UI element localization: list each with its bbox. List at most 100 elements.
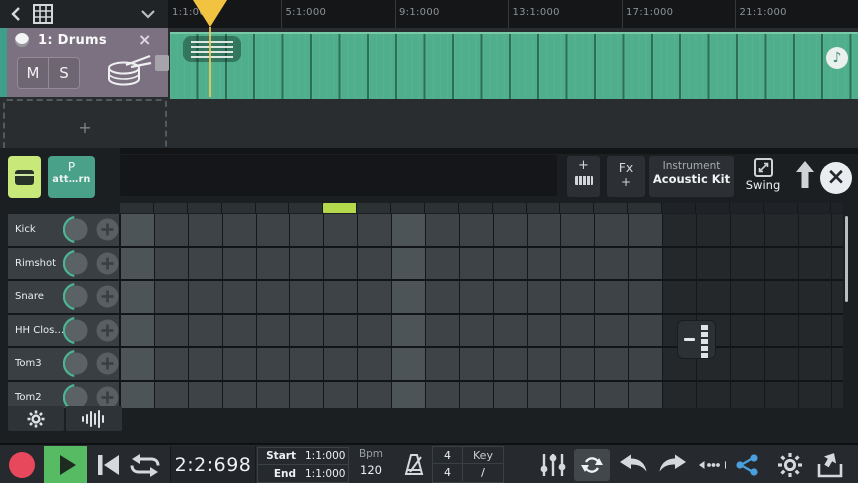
step-cell[interactable] <box>494 281 528 315</box>
step-cell[interactable] <box>629 214 663 248</box>
clip-grip[interactable] <box>183 36 241 62</box>
swing-button[interactable]: Swing <box>740 156 786 199</box>
step-cell[interactable] <box>629 348 663 382</box>
undo-button[interactable] <box>618 454 648 476</box>
volume-knob[interactable] <box>63 317 90 344</box>
row-plus-button[interactable] <box>96 252 119 275</box>
step-cell[interactable] <box>155 214 189 248</box>
step-cell[interactable] <box>765 348 799 382</box>
step-cell[interactable] <box>663 248 697 282</box>
instrument-selector[interactable]: Instrument Acoustic Kit <box>649 156 734 197</box>
step-cell[interactable] <box>257 248 291 282</box>
step-indicator[interactable] <box>527 203 561 213</box>
step-cell[interactable] <box>731 315 765 349</box>
active-step-indicator[interactable] <box>323 203 357 213</box>
play-button[interactable] <box>44 446 87 483</box>
close-editor-button[interactable]: × <box>820 162 852 194</box>
drum-row-header[interactable]: Tom2 <box>8 382 121 409</box>
rewind-button[interactable] <box>95 453 121 477</box>
step-indicator[interactable] <box>120 203 154 213</box>
step-cell[interactable] <box>392 348 426 382</box>
step-cell[interactable] <box>121 214 155 248</box>
back-button[interactable] <box>8 5 26 23</box>
step-cell[interactable] <box>324 281 358 315</box>
step-cell[interactable] <box>561 348 595 382</box>
step-cell[interactable] <box>460 382 494 409</box>
step-cell[interactable] <box>223 382 257 409</box>
step-cell[interactable] <box>460 214 494 248</box>
volume-knob[interactable] <box>63 250 90 277</box>
step-cell[interactable] <box>799 281 833 315</box>
step-cell[interactable] <box>799 248 833 282</box>
step-cell[interactable] <box>528 281 562 315</box>
grid-scrollbar[interactable] <box>845 216 848 302</box>
step-cell[interactable] <box>189 348 223 382</box>
fx-button[interactable]: Fx + <box>607 156 645 197</box>
step-cell[interactable] <box>765 281 799 315</box>
step-cell[interactable] <box>629 248 663 282</box>
step-cell[interactable] <box>765 214 799 248</box>
step-cell[interactable] <box>290 348 324 382</box>
step-indicator[interactable] <box>628 203 662 213</box>
step-cell[interactable] <box>290 248 324 282</box>
step-cell[interactable] <box>799 348 833 382</box>
step-cell[interactable] <box>155 382 189 409</box>
step-cell[interactable] <box>392 281 426 315</box>
step-cell[interactable] <box>561 281 595 315</box>
step-cell[interactable] <box>155 348 189 382</box>
step-cell[interactable] <box>257 214 291 248</box>
step-cell[interactable] <box>426 281 460 315</box>
step-indicator[interactable] <box>493 203 527 213</box>
loop-button[interactable] <box>128 453 162 478</box>
row-plus-button[interactable] <box>96 285 119 308</box>
step-cell[interactable] <box>324 348 358 382</box>
step-cell[interactable] <box>460 281 494 315</box>
velocity-view-button[interactable] <box>66 406 122 431</box>
drag-handle-widget[interactable] <box>678 321 715 358</box>
tracks-grid-button[interactable] <box>32 4 54 24</box>
mixer-button[interactable] <box>539 452 567 478</box>
step-cell[interactable] <box>189 248 223 282</box>
step-cell[interactable] <box>358 281 392 315</box>
step-cell[interactable] <box>731 382 765 409</box>
step-cell[interactable] <box>189 315 223 349</box>
step-cell[interactable] <box>832 281 843 315</box>
step-cell[interactable] <box>358 248 392 282</box>
step-cell[interactable] <box>629 315 663 349</box>
step-indicator[interactable] <box>798 203 832 213</box>
step-indicator[interactable] <box>256 203 290 213</box>
step-indicator[interactable] <box>391 203 425 213</box>
step-cell[interactable] <box>595 214 629 248</box>
track-close-button[interactable]: × <box>138 30 151 49</box>
step-cell[interactable] <box>765 382 799 409</box>
step-cell[interactable] <box>189 382 223 409</box>
step-indicator[interactable] <box>696 203 730 213</box>
pattern-badge[interactable]: P att…rn <box>48 156 95 198</box>
step-cell[interactable] <box>832 382 843 409</box>
track-resize-handle[interactable] <box>155 55 169 71</box>
step-cell[interactable] <box>528 348 562 382</box>
step-indicator[interactable] <box>459 203 493 213</box>
step-cell[interactable] <box>595 248 629 282</box>
settings-button[interactable] <box>777 452 803 478</box>
step-cell[interactable] <box>257 382 291 409</box>
step-cell[interactable] <box>494 248 528 282</box>
key-value[interactable]: / <box>463 464 503 481</box>
redo-button[interactable] <box>658 454 688 476</box>
step-cell[interactable] <box>358 382 392 409</box>
step-cell[interactable] <box>155 315 189 349</box>
metronome-button[interactable] <box>401 452 427 478</box>
step-cell[interactable] <box>832 248 843 282</box>
drum-row-header[interactable]: Tom3 <box>8 348 121 382</box>
row-plus-button[interactable] <box>96 386 119 408</box>
step-cell[interactable] <box>392 382 426 409</box>
step-cell[interactable] <box>460 315 494 349</box>
track-header[interactable]: 1: Drums × M S <box>0 28 168 97</box>
step-indicator[interactable] <box>764 203 798 213</box>
step-cell[interactable] <box>121 315 155 349</box>
step-cell[interactable] <box>155 248 189 282</box>
step-cell[interactable] <box>731 248 765 282</box>
step-cell[interactable] <box>663 214 697 248</box>
step-cell[interactable] <box>257 281 291 315</box>
timeline-ruler[interactable]: 1:1:0005:1:0009:1:00013:1:00017:1:00021:… <box>168 0 858 28</box>
